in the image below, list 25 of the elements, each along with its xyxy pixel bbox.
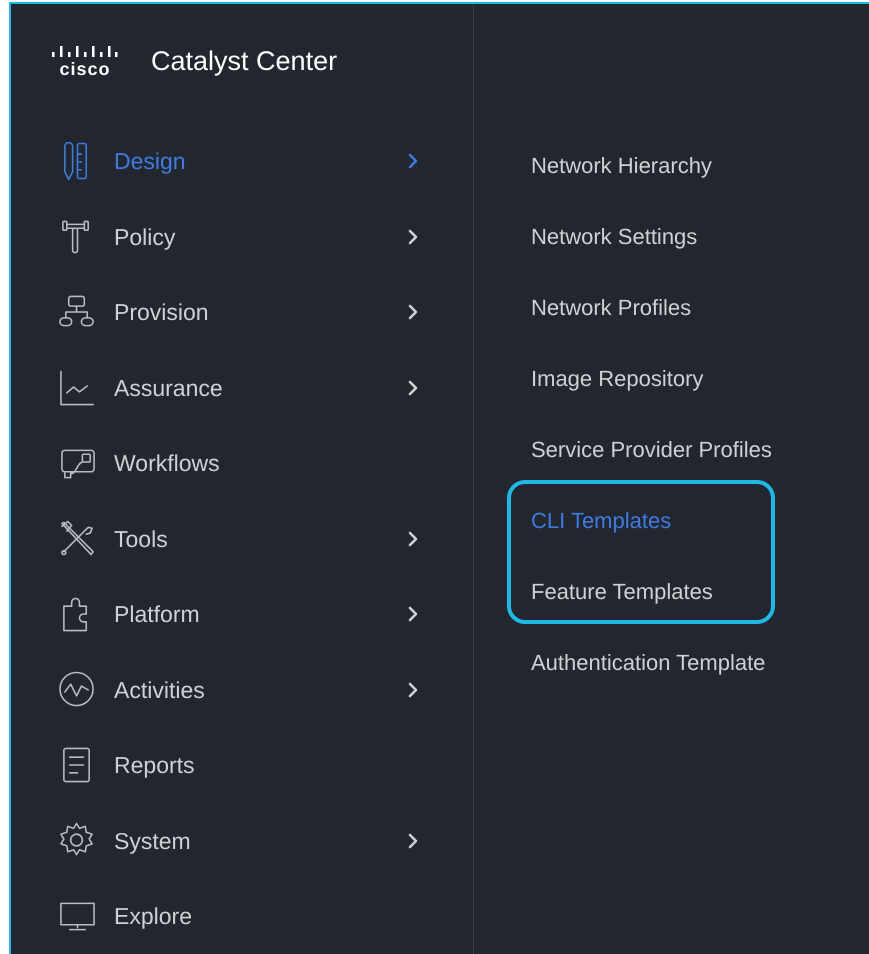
submenu-link[interactable]: Image Repository [531, 343, 704, 414]
logo-bars-icon [51, 44, 119, 60]
submenu-link[interactable]: Feature Templates [531, 556, 713, 627]
menu-item[interactable]: Explore [11, 878, 473, 954]
menu-item[interactable]: Provision [11, 274, 473, 350]
submenu-link[interactable]: Network Settings [531, 201, 698, 272]
submenu-link[interactable]: Network Profiles [531, 272, 692, 343]
submenu-link[interactable]: CLI Templates [531, 485, 672, 556]
tools-icon [59, 520, 96, 558]
menu-item[interactable]: Platform [11, 576, 473, 652]
menu-item[interactable]: Policy [11, 199, 473, 274]
submenu-link[interactable]: Authentication Template [531, 627, 766, 698]
menu-item[interactable]: Design [11, 124, 473, 199]
menu-item[interactable]: Activities [11, 652, 473, 728]
menu-item[interactable]: Workflows [11, 426, 473, 501]
menu-item[interactable]: Assurance [11, 350, 473, 426]
submenu-link[interactable]: Service Provider Profiles [531, 414, 772, 485]
line-chart-icon [59, 368, 96, 407]
submenu-link[interactable]: Network Hierarchy [531, 130, 712, 201]
logo-text: cisco [59, 60, 111, 78]
menu-item[interactable]: System [11, 803, 473, 878]
activity-circle-icon [59, 670, 96, 709]
menu-item[interactable]: Reports [11, 728, 473, 803]
menu-item[interactable]: Tools [11, 501, 473, 576]
app-title: Catalyst Center [151, 44, 338, 77]
